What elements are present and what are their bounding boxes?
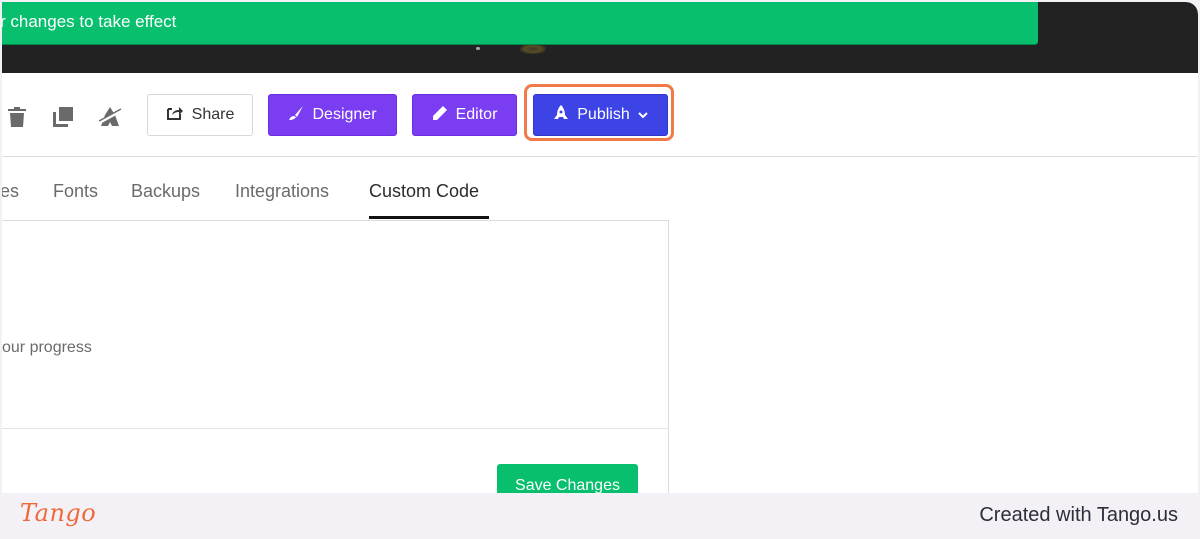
- panel-description: our progress: [2, 339, 92, 356]
- rocket-icon: [553, 104, 569, 126]
- tango-footer: Tango Created with Tango.us: [0, 493, 1200, 539]
- publish-button[interactable]: Publish: [533, 94, 668, 136]
- settings-tabs: es Fonts Backups Integrations Custom Cod…: [2, 157, 1198, 221]
- toolbar: Share Designer Editor Publish: [2, 73, 1198, 157]
- active-tab-indicator: [369, 216, 489, 219]
- share-button[interactable]: Share: [147, 94, 253, 136]
- share-icon: [166, 105, 184, 126]
- designer-label: Designer: [312, 106, 377, 123]
- save-changes-button[interactable]: Save Changes: [497, 464, 638, 493]
- designer-button[interactable]: Designer: [268, 94, 397, 136]
- tab-backups[interactable]: Backups: [131, 181, 200, 202]
- tab-partial[interactable]: es: [2, 181, 19, 202]
- editor-button[interactable]: Editor: [412, 94, 517, 136]
- tango-credit: Created with Tango.us: [979, 504, 1178, 526]
- custom-code-panel: our progress Save Changes: [2, 220, 669, 493]
- paintbrush-icon: [288, 105, 304, 126]
- unpublish-icon[interactable]: [98, 106, 122, 128]
- panel-divider: [2, 428, 668, 429]
- app-window: r changes to take effect Share Designer: [2, 2, 1198, 493]
- publish-label: Publish: [577, 106, 630, 123]
- trash-icon[interactable]: [6, 106, 28, 128]
- save-changes-label: Save Changes: [515, 477, 620, 493]
- topbar-artifact: [476, 47, 480, 50]
- share-label: Share: [191, 106, 235, 123]
- tab-integrations[interactable]: Integrations: [235, 181, 329, 202]
- tab-custom-code[interactable]: Custom Code: [369, 181, 479, 202]
- pencil-icon: [432, 105, 448, 126]
- topbar-avatar: [520, 44, 546, 54]
- editor-label: Editor: [455, 106, 498, 123]
- chevron-down-icon: [638, 106, 648, 124]
- tango-logo: Tango: [20, 499, 97, 527]
- notification-text: r changes to take effect: [2, 12, 177, 31]
- duplicate-icon[interactable]: [52, 106, 74, 128]
- tab-fonts[interactable]: Fonts: [53, 181, 98, 202]
- notification-toast: r changes to take effect: [2, 2, 1038, 44]
